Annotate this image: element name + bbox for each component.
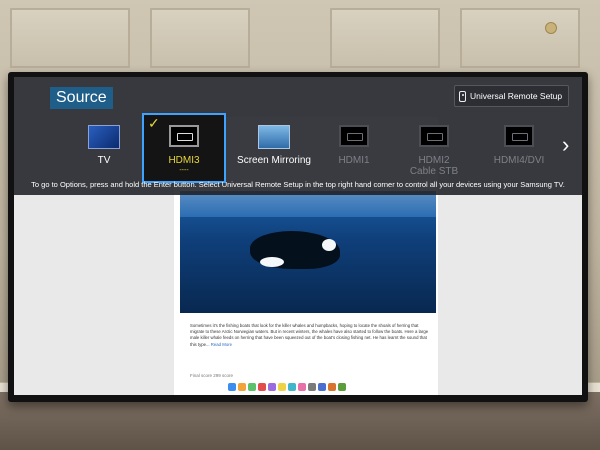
dock-app-icon[interactable]: [248, 383, 256, 391]
dock-app-icon[interactable]: [228, 383, 236, 391]
television: Sometimes it's the fishing boats that lo…: [8, 72, 588, 402]
mac-dock: [224, 381, 374, 393]
dock-app-icon[interactable]: [288, 383, 296, 391]
orca-photo: [180, 191, 436, 313]
source-item-hdmi1[interactable]: HDMI1: [319, 115, 389, 181]
source-label: HDMI3: [168, 155, 200, 166]
dock-app-icon[interactable]: [268, 383, 276, 391]
dock-app-icon[interactable]: [318, 383, 326, 391]
selected-check-icon: ✓: [148, 115, 160, 131]
dock-app-icon[interactable]: [298, 383, 306, 391]
door-knob: [545, 22, 557, 34]
hdmi-icon: [504, 125, 534, 147]
source-label: HDMI2 Cable STB: [409, 155, 459, 177]
source-label: TV: [97, 155, 111, 166]
dock-app-icon[interactable]: [328, 383, 336, 391]
source-item-hdmi2[interactable]: HDMI2 Cable STB: [399, 115, 469, 181]
dock-app-icon[interactable]: [278, 383, 286, 391]
source-list: TV ✓ HDMI3 ---- Screen Mirroring HDMI1 H…: [54, 113, 574, 183]
source-label: Screen Mirroring: [237, 155, 311, 166]
article-text: Sometimes it's the fishing boats that lo…: [190, 323, 432, 348]
hdmi-icon: [169, 125, 199, 147]
source-item-hdmi4-dvi[interactable]: HDMI4/DVI: [479, 115, 559, 181]
view-count: Final score 299 score: [190, 373, 234, 378]
door-panel: [10, 8, 130, 68]
dock-app-icon[interactable]: [238, 383, 246, 391]
hdmi-icon: [339, 125, 369, 147]
orca-patch: [322, 239, 336, 251]
dock-app-icon[interactable]: [338, 383, 346, 391]
source-item-hdmi3[interactable]: ✓ HDMI3 ----: [142, 113, 226, 183]
source-label: HDMI1: [338, 155, 370, 166]
tv-screen: Sometimes it's the fishing boats that lo…: [14, 77, 582, 395]
hint-text: To go to Options, press and hold the Ent…: [31, 180, 565, 189]
read-more-link[interactable]: Read More: [211, 342, 232, 347]
dock-app-icon[interactable]: [258, 383, 266, 391]
chevron-right-icon[interactable]: ›: [562, 132, 569, 158]
source-item-screen-mirroring[interactable]: Screen Mirroring: [234, 115, 314, 181]
source-sublabel: ----: [179, 167, 189, 174]
tv-thumbnail-icon: [88, 125, 120, 149]
door-panel: [460, 8, 580, 68]
screen-mirroring-icon: [258, 125, 290, 149]
dock-app-icon[interactable]: [308, 383, 316, 391]
source-label: HDMI4/DVI: [493, 155, 545, 166]
remote-control-icon: [459, 90, 466, 102]
source-menu-overlay: Source Universal Remote Setup TV ✓ HDMI3…: [14, 77, 582, 195]
source-menu-title: Source: [50, 87, 113, 109]
door-panel: [150, 8, 250, 68]
door-panel: [330, 8, 440, 68]
orca-patch: [260, 257, 284, 267]
source-item-tv[interactable]: TV: [64, 115, 144, 181]
universal-remote-setup-label: Universal Remote Setup: [470, 91, 563, 101]
universal-remote-setup-button[interactable]: Universal Remote Setup: [454, 85, 570, 107]
hdmi-icon: [419, 125, 449, 147]
